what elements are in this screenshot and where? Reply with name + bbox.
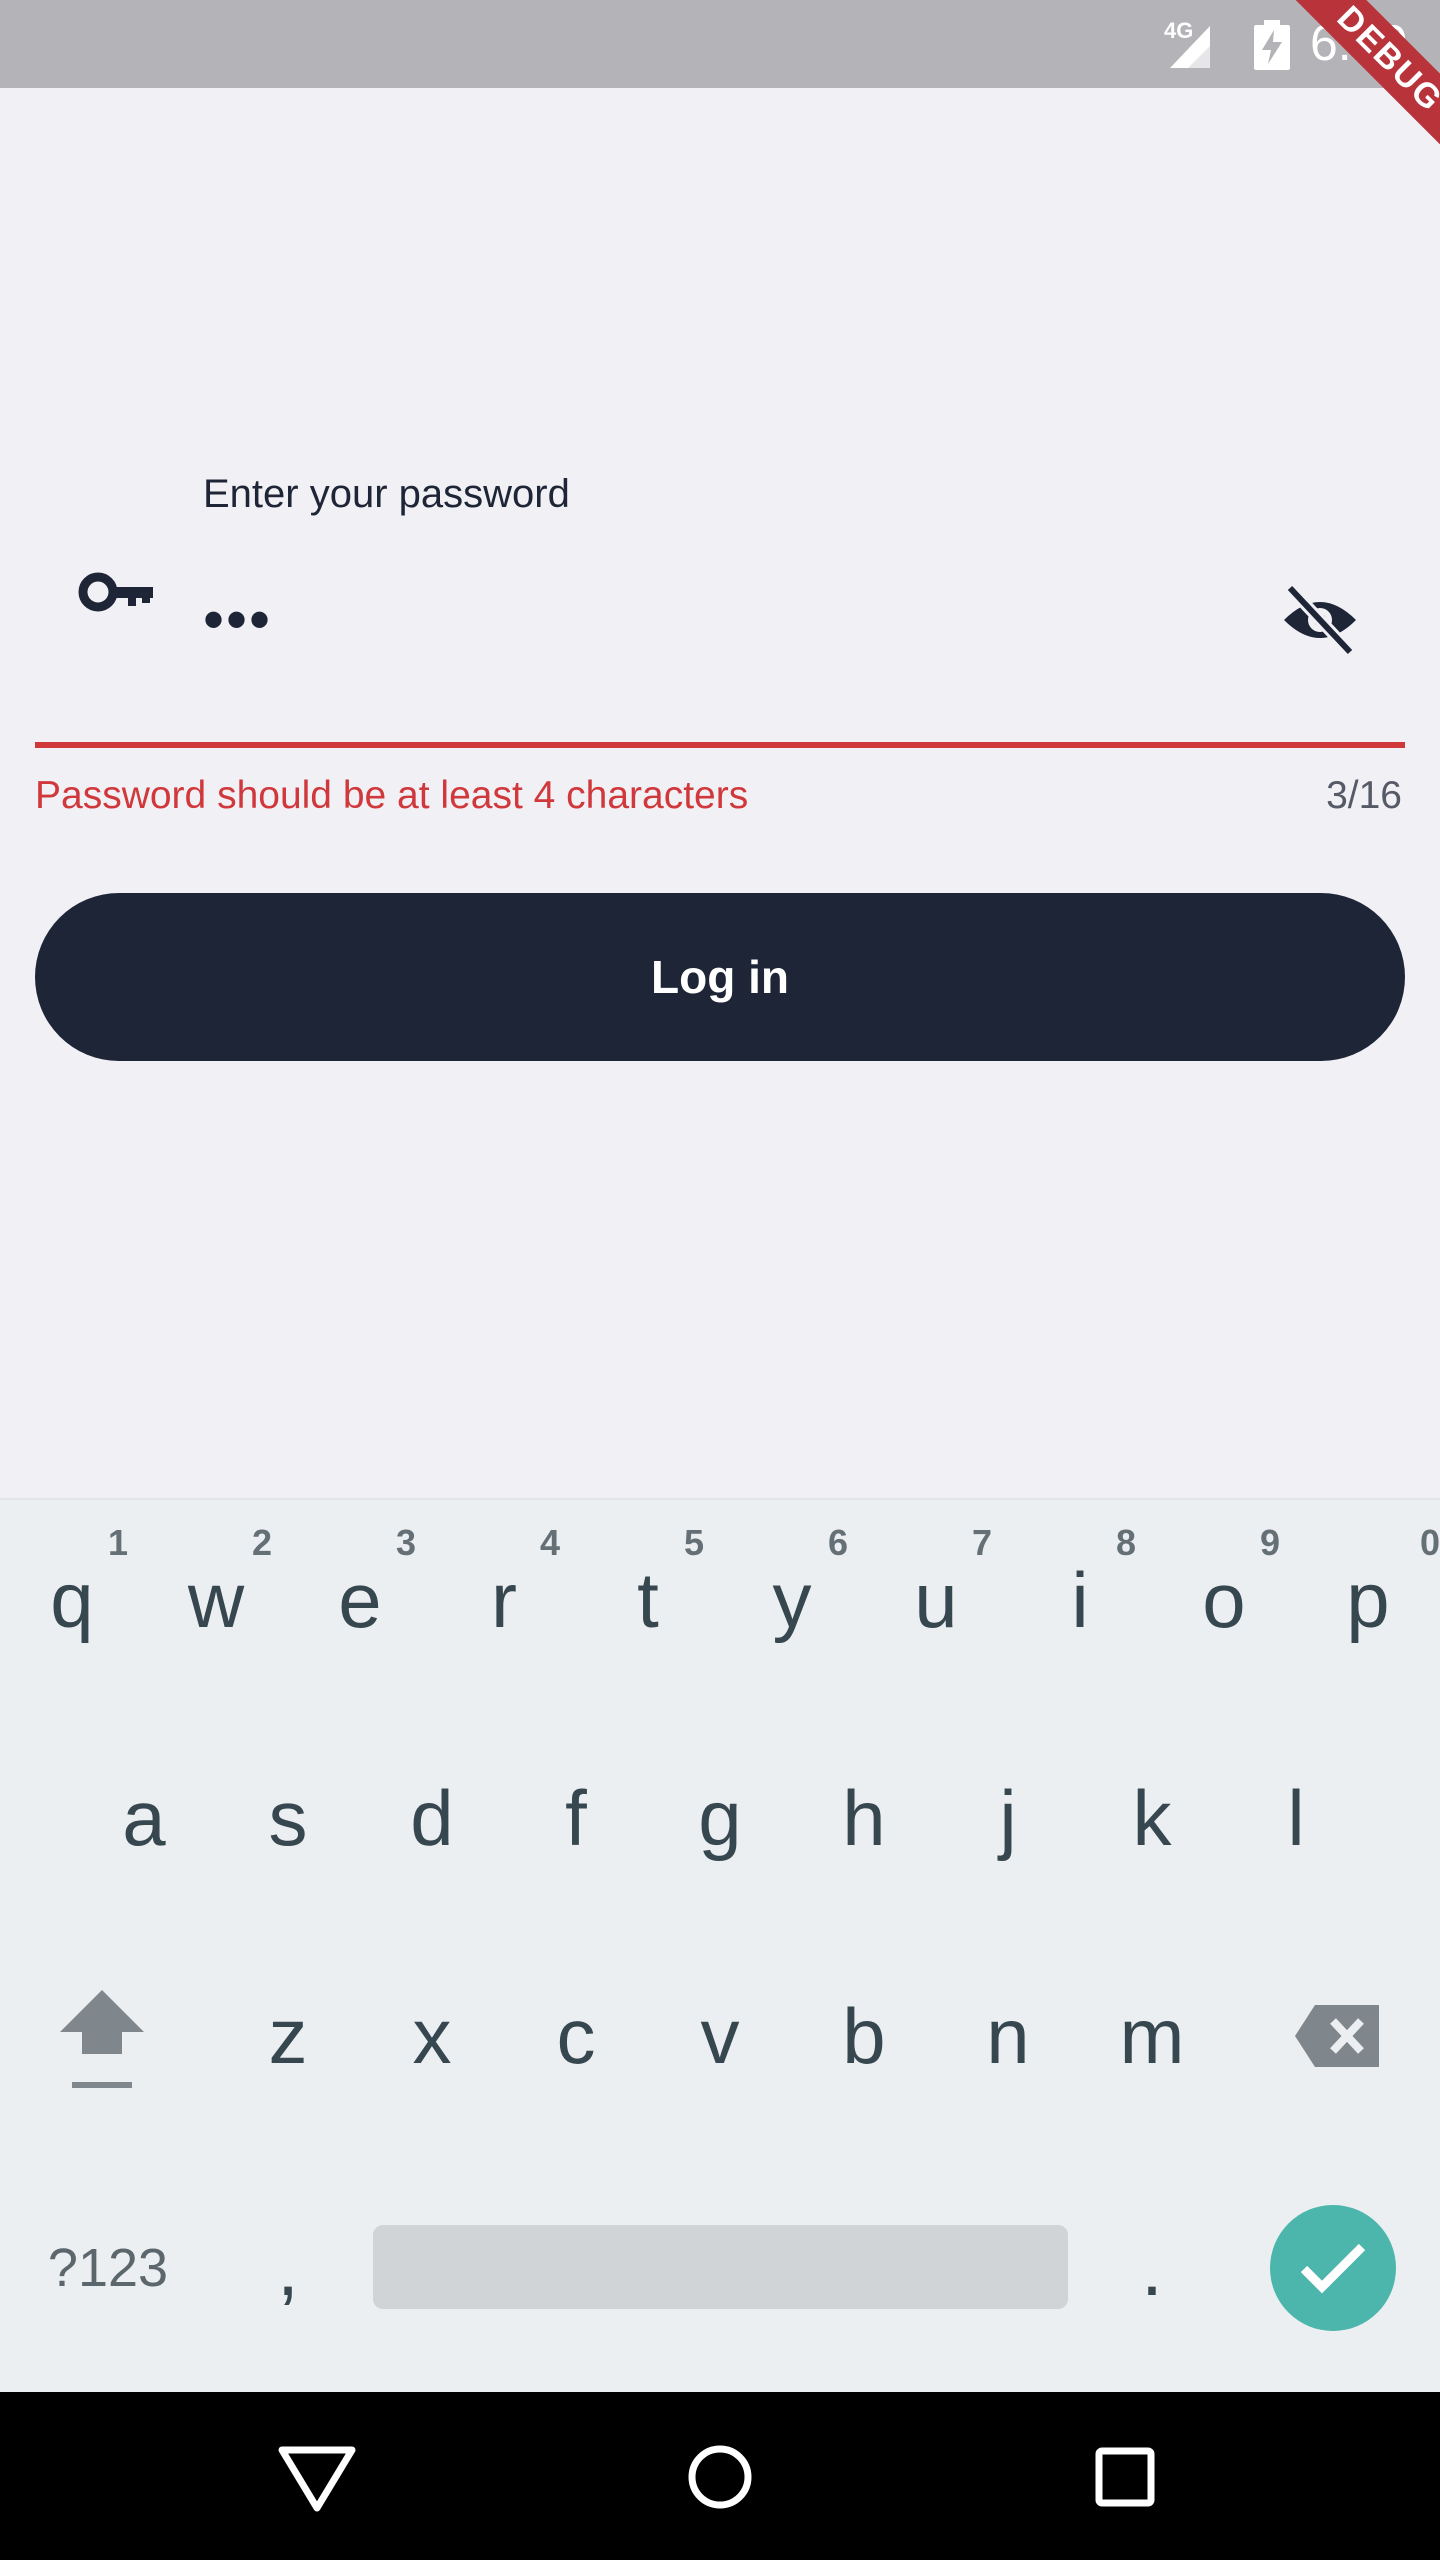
- key-hint: 2: [251, 1522, 272, 1563]
- key-label: p: [1346, 1555, 1390, 1644]
- symbols-key[interactable]: ?123: [36, 2168, 180, 2368]
- key-label: m: [1119, 1991, 1185, 2080]
- key-label: o: [1202, 1555, 1246, 1644]
- key-w[interactable]: w 2: [144, 1500, 288, 1700]
- key-t[interactable]: t 5: [576, 1500, 720, 1700]
- key-label: .: [1141, 2223, 1163, 2312]
- key-hint: 4: [539, 1522, 560, 1563]
- key-label: c: [556, 1991, 596, 2080]
- key-label: j: [999, 1773, 1017, 1862]
- key-label: z: [268, 1991, 308, 2080]
- key-hint: 0: [1419, 1522, 1440, 1563]
- key-b[interactable]: b: [792, 1936, 936, 2136]
- key-d[interactable]: d: [360, 1718, 504, 1918]
- key-o[interactable]: o 9: [1152, 1500, 1296, 1700]
- key-label: l: [1287, 1773, 1305, 1862]
- check-icon: [1300, 2243, 1366, 2294]
- system-navigation-bar: [0, 2392, 1440, 2560]
- key-label: q: [50, 1555, 94, 1644]
- key-y[interactable]: y 6: [720, 1500, 864, 1700]
- key-hint: 3: [395, 1522, 416, 1563]
- key-hint: 7: [971, 1522, 992, 1563]
- key-label: r: [491, 1555, 517, 1644]
- shift-key[interactable]: [30, 1936, 174, 2136]
- key-f[interactable]: f: [504, 1718, 648, 1918]
- signal-icon: [1170, 26, 1210, 68]
- status-bar: 4G 6:50: [0, 0, 1440, 88]
- key-label: t: [637, 1555, 659, 1644]
- shift-icon: [60, 1990, 144, 2088]
- password-input[interactable]: •••: [203, 590, 272, 650]
- key-label: x: [412, 1991, 452, 2080]
- key-icon: [78, 572, 153, 612]
- key-label: u: [914, 1555, 958, 1644]
- soft-keyboard: q 1 w 2 e 3 r 4 t 5 y 6 u 7 i 8 o 9 p 0 …: [0, 1498, 1440, 2394]
- key-label: s: [268, 1773, 308, 1862]
- password-field-label: Enter your password: [203, 472, 570, 516]
- visibility-off-icon[interactable]: [1278, 580, 1362, 660]
- key-s[interactable]: s: [216, 1718, 360, 1918]
- key-m[interactable]: m: [1080, 1936, 1224, 2136]
- key-q[interactable]: q 1: [0, 1500, 144, 1700]
- key-hint: 1: [107, 1522, 128, 1563]
- key-label: n: [986, 1991, 1030, 2080]
- backspace-icon: [1295, 2005, 1379, 2067]
- key-j[interactable]: j: [936, 1718, 1080, 1918]
- login-button-label: Log in: [651, 951, 789, 1003]
- key-n[interactable]: n: [936, 1936, 1080, 2136]
- key-label: y: [772, 1555, 812, 1644]
- space-bar[interactable]: [373, 2225, 1068, 2309]
- key-label: i: [1071, 1555, 1089, 1644]
- key-label: h: [842, 1773, 886, 1862]
- back-triangle-icon[interactable]: [272, 2432, 362, 2522]
- password-error-text: Password should be at least 4 characters: [35, 774, 749, 817]
- key-h[interactable]: h: [792, 1718, 936, 1918]
- key-label: ,: [277, 2223, 299, 2312]
- key-hint: 8: [1115, 1522, 1136, 1563]
- comma-key[interactable]: ,: [216, 2168, 360, 2368]
- key-label: d: [410, 1773, 454, 1862]
- key-label: k: [1132, 1773, 1172, 1862]
- key-label: f: [565, 1773, 587, 1862]
- key-label: g: [698, 1773, 742, 1862]
- key-a[interactable]: a: [72, 1718, 216, 1918]
- backspace-key[interactable]: [1266, 1936, 1410, 2136]
- battery-charging-icon: [1254, 20, 1290, 70]
- key-hint: 6: [827, 1522, 848, 1563]
- key-r[interactable]: r 4: [432, 1500, 576, 1700]
- key-label: w: [187, 1555, 245, 1644]
- password-char-counter: 3/16: [1326, 774, 1402, 817]
- key-label: e: [338, 1555, 382, 1644]
- key-c[interactable]: c: [504, 1936, 648, 2136]
- key-label: a: [122, 1773, 166, 1862]
- screen: 4G 6:50 DEBUG Enter your password •••: [0, 0, 1440, 2560]
- key-k[interactable]: k: [1080, 1718, 1224, 1918]
- key-label: v: [700, 1991, 740, 2080]
- home-circle-icon[interactable]: [675, 2432, 765, 2522]
- key-g[interactable]: g: [648, 1718, 792, 1918]
- symbols-key-label: ?123: [47, 2238, 169, 2298]
- key-hint: 9: [1259, 1522, 1280, 1563]
- key-label: b: [842, 1991, 886, 2080]
- key-v[interactable]: v: [648, 1936, 792, 2136]
- period-key[interactable]: .: [1080, 2168, 1224, 2368]
- key-u[interactable]: u 7: [864, 1500, 1008, 1700]
- key-hint: 5: [683, 1522, 704, 1563]
- key-x[interactable]: x: [360, 1936, 504, 2136]
- key-z[interactable]: z: [216, 1936, 360, 2136]
- done-key[interactable]: [1270, 2205, 1396, 2331]
- key-l[interactable]: l: [1224, 1718, 1368, 1918]
- recents-square-icon[interactable]: [1080, 2432, 1170, 2522]
- login-button[interactable]: Log in: [35, 893, 1405, 1061]
- key-e[interactable]: e 3: [288, 1500, 432, 1700]
- key-p[interactable]: p 0: [1296, 1500, 1440, 1700]
- password-field-underline: [35, 742, 1405, 748]
- key-i[interactable]: i 8: [1008, 1500, 1152, 1700]
